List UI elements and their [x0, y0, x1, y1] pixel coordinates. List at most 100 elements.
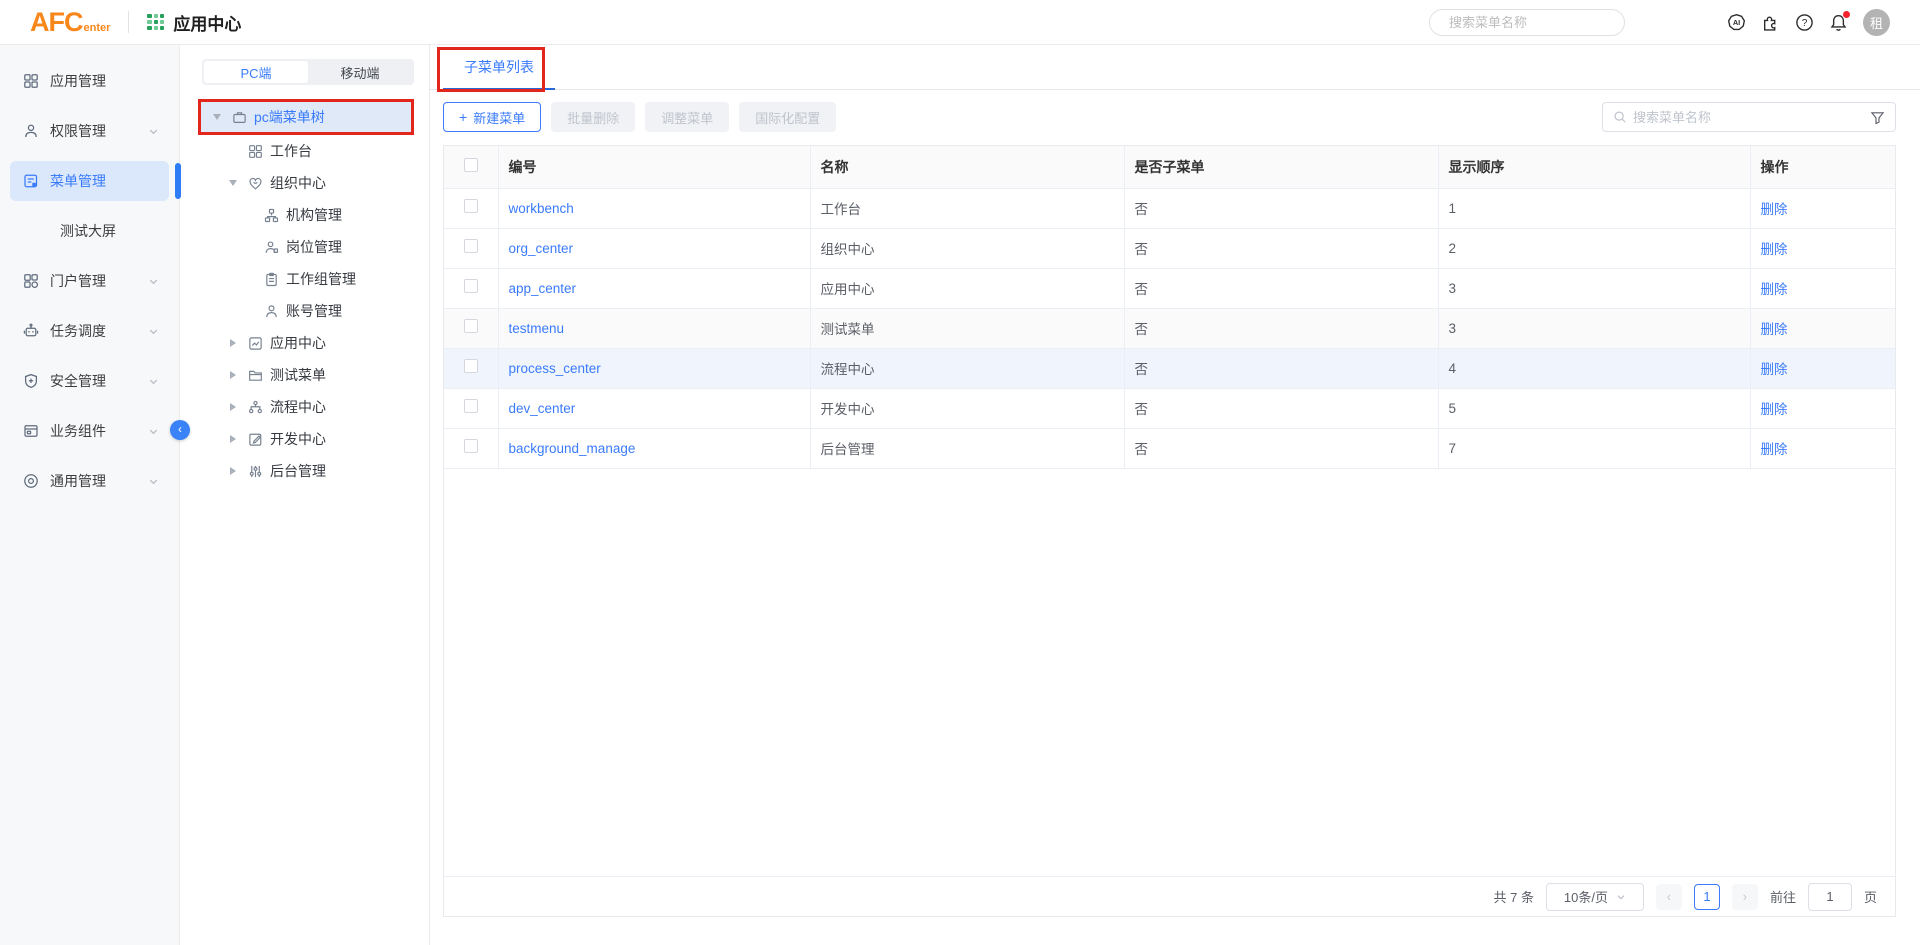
row-checkbox[interactable] [464, 239, 478, 253]
header-search-input[interactable] [1449, 15, 1625, 30]
search-icon [1613, 110, 1627, 124]
tab-mobile-label: 移动端 [340, 63, 379, 82]
menu-code-link[interactable]: app_center [498, 268, 810, 308]
page-size-select[interactable]: 10条/页 [1546, 883, 1644, 911]
caret-right-icon[interactable] [226, 435, 240, 443]
menu-code-link[interactable]: process_center [498, 348, 810, 388]
tab-pc[interactable]: PC端 [204, 61, 308, 83]
prev-page-button[interactable]: ‹ [1656, 884, 1682, 910]
tree-node-workgroup-management[interactable]: 工作组管理 [180, 263, 429, 295]
page-number-1[interactable]: 1 [1694, 884, 1720, 910]
delete-link[interactable]: 删除 [1750, 388, 1895, 428]
display-order-value: 2 [1438, 228, 1750, 268]
grid-icon [248, 144, 263, 159]
caret-down-icon[interactable] [226, 180, 240, 186]
tree-node-backend-management[interactable]: 后台管理 [180, 455, 429, 487]
goto-page-input[interactable] [1808, 883, 1852, 911]
tab-submenu-list-label: 子菜单列表 [464, 57, 534, 77]
col-header-is-sub: 是否子菜单 [1124, 146, 1438, 188]
chevron-down-icon [148, 426, 159, 437]
table-search[interactable] [1602, 102, 1896, 132]
help-icon[interactable]: ? [1795, 13, 1814, 32]
sliders-icon [248, 464, 263, 479]
table-row: workbench 工作台 否 1 删除 [444, 188, 1895, 228]
sidebar-item-task-scheduling[interactable]: 任务调度 [10, 311, 169, 351]
adjust-menu-button[interactable]: 调整菜单 [645, 102, 729, 132]
ai-assistant-icon[interactable]: AI [1727, 13, 1746, 32]
sidebar-item-business-components[interactable]: 业务组件 [10, 411, 169, 451]
batch-delete-label: 批量删除 [567, 108, 619, 127]
tree-node-org-center[interactable]: 组织中心 [180, 167, 429, 199]
tree-node-label: 账号管理 [286, 301, 342, 321]
afcenter-logo[interactable]: AFC enter [30, 7, 110, 38]
select-all-checkbox[interactable] [464, 158, 478, 172]
total-count: 共 7 条 [1494, 887, 1534, 906]
delete-link[interactable]: 删除 [1750, 428, 1895, 468]
menu-code-link[interactable]: dev_center [498, 388, 810, 428]
sidebar-item-permission-management[interactable]: 权限管理 [10, 111, 169, 151]
row-checkbox[interactable] [464, 359, 478, 373]
sidebar-item-security-management[interactable]: 安全管理 [10, 361, 169, 401]
tree-node-test-menu[interactable]: 测试菜单 [180, 359, 429, 391]
tree-node-dev-center[interactable]: 开发中心 [180, 423, 429, 455]
display-order-value: 4 [1438, 348, 1750, 388]
sidebar-item-test-screen[interactable]: 测试大屏 [10, 211, 169, 251]
row-checkbox[interactable] [464, 279, 478, 293]
tree-node-label: 应用中心 [270, 333, 326, 353]
delete-link[interactable]: 删除 [1750, 228, 1895, 268]
sidebar-collapse-button[interactable]: ‹ [170, 420, 190, 440]
tree-root-pc-menu-tree[interactable]: pc端菜单树 [201, 102, 411, 132]
plugin-puzzle-icon[interactable] [1761, 13, 1780, 32]
tree-node-position-management[interactable]: 岗位管理 [180, 231, 429, 263]
sidebar-item-label: 测试大屏 [60, 221, 169, 241]
is-submenu-value: 否 [1124, 348, 1438, 388]
new-menu-button[interactable]: + 新建菜单 [443, 102, 541, 132]
sidebar-item-menu-management[interactable]: 菜单管理 [10, 161, 169, 201]
table-search-input[interactable] [1633, 110, 1864, 125]
caret-right-icon[interactable] [226, 403, 240, 411]
tree-node-label: 岗位管理 [286, 237, 342, 257]
tree-node-process-center[interactable]: 流程中心 [180, 391, 429, 423]
caret-right-icon[interactable] [226, 371, 240, 379]
i18n-config-button[interactable]: 国际化配置 [739, 102, 836, 132]
caret-down-icon[interactable] [210, 114, 224, 120]
notification-bell-icon[interactable] [1829, 13, 1848, 32]
delete-link[interactable]: 删除 [1750, 188, 1895, 228]
annotation-box-tree-root: pc端菜单树 [198, 99, 414, 135]
shield-plus-icon [23, 373, 39, 389]
header-search[interactable] [1429, 9, 1625, 36]
row-checkbox[interactable] [464, 319, 478, 333]
sidebar-item-portal-management[interactable]: 门户管理 [10, 261, 169, 301]
row-checkbox[interactable] [464, 439, 478, 453]
tree-node-workbench[interactable]: 工作台 [180, 135, 429, 167]
filter-funnel-icon[interactable] [1870, 110, 1885, 125]
delete-link[interactable]: 删除 [1750, 308, 1895, 348]
heart-smile-icon [248, 176, 263, 191]
briefcase-icon [232, 110, 247, 125]
row-checkbox[interactable] [464, 199, 478, 213]
menu-code-link[interactable]: org_center [498, 228, 810, 268]
caret-right-icon[interactable] [226, 339, 240, 347]
delete-link[interactable]: 删除 [1750, 268, 1895, 308]
chevron-down-icon [1616, 892, 1626, 902]
tree-node-label: 机构管理 [286, 205, 342, 225]
next-page-button[interactable]: › [1732, 884, 1758, 910]
display-order-value: 7 [1438, 428, 1750, 468]
tree-node-label: 开发中心 [270, 429, 326, 449]
avatar[interactable]: 租 [1863, 9, 1890, 36]
tab-submenu-list[interactable]: 子菜单列表 [443, 45, 555, 90]
caret-right-icon[interactable] [226, 467, 240, 475]
menu-code-link[interactable]: testmenu [498, 308, 810, 348]
tab-mobile[interactable]: 移动端 [308, 61, 412, 83]
tree-node-account-management[interactable]: 账号管理 [180, 295, 429, 327]
batch-delete-button[interactable]: 批量删除 [551, 102, 635, 132]
tree-node-app-center[interactable]: 应用中心 [180, 327, 429, 359]
row-checkbox[interactable] [464, 399, 478, 413]
delete-link[interactable]: 删除 [1750, 348, 1895, 388]
menu-code-link[interactable]: background_manage [498, 428, 810, 468]
menu-code-link[interactable]: workbench [498, 188, 810, 228]
tree-node-institution-management[interactable]: 机构管理 [180, 199, 429, 231]
sidebar-item-app-management[interactable]: 应用管理 [10, 61, 169, 101]
menu-name: 流程中心 [810, 348, 1124, 388]
sidebar-item-general-management[interactable]: 通用管理 [10, 461, 169, 501]
